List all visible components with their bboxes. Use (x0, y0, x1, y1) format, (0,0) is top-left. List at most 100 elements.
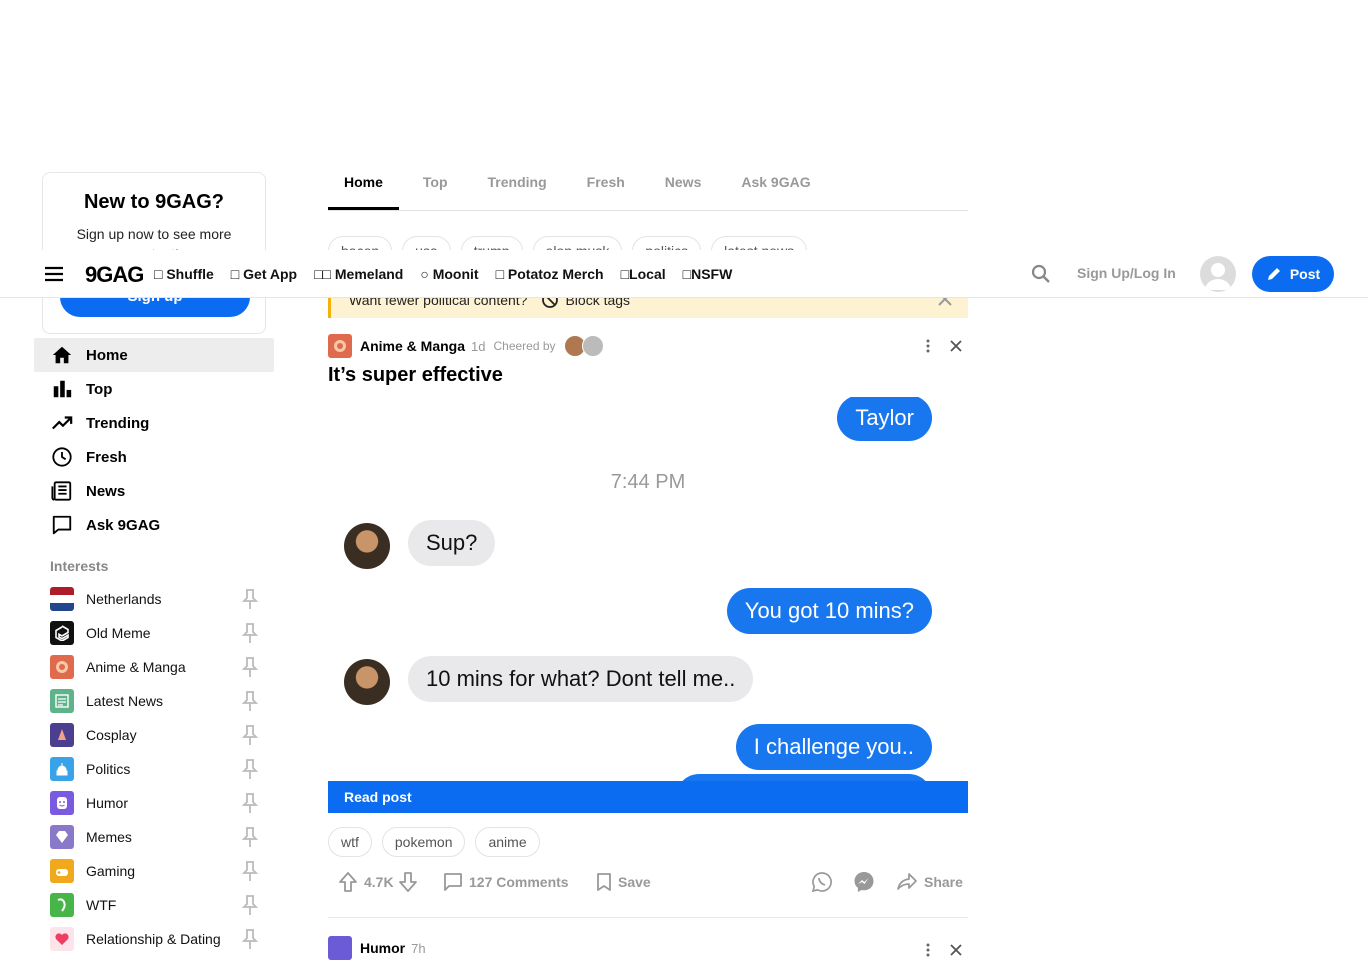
interest-old-meme[interactable]: Old Meme (50, 616, 260, 650)
interest-gaming[interactable]: Gaming (50, 854, 260, 888)
sidebar-item-label: Ask 9GAG (86, 516, 161, 534)
comments-button[interactable]: 127 Comments (443, 866, 569, 898)
whatsapp-share-button[interactable] (811, 866, 833, 898)
avatar (344, 523, 390, 569)
avatar (581, 335, 604, 357)
home-icon (50, 343, 74, 367)
sidebar-item-fresh[interactable]: Fresh (34, 440, 274, 474)
interest-humor[interactable]: Humor (50, 786, 260, 820)
tab-trending[interactable]: Trending (472, 158, 563, 208)
heart-icon (50, 927, 74, 951)
downvote-button[interactable] (398, 866, 418, 898)
interest-label: Cosplay (86, 727, 137, 743)
sidebar-item-news[interactable]: News (34, 474, 274, 508)
pin-icon[interactable] (240, 588, 260, 610)
sidebar-item-home[interactable]: Home (34, 338, 274, 372)
cheer-avatars[interactable] (560, 335, 604, 357)
interest-netherlands[interactable]: Netherlands (50, 582, 260, 616)
nav-potatoz-merch[interactable]: □ Potatoz Merch (496, 266, 604, 282)
user-icon (1205, 263, 1231, 290)
close-icon[interactable] (946, 336, 966, 356)
nav-get-app[interactable]: □ Get App (231, 266, 297, 282)
sidebar-item-top[interactable]: Top (34, 372, 274, 406)
save-button[interactable]: Save (596, 866, 651, 898)
wtf-icon (50, 893, 74, 917)
interest-wtf[interactable]: WTF (50, 888, 260, 922)
pin-icon[interactable] (240, 724, 260, 746)
feed-tabs: Home Top Trending Fresh News Ask 9GAG (328, 158, 968, 211)
share-label: Share (924, 874, 963, 890)
sidebar-item-label: Home (86, 346, 128, 364)
interests-list: Netherlands Old Meme Anime & Manga Lates… (50, 582, 260, 956)
next-post-header: Humor 7h (328, 936, 968, 960)
post-section-link[interactable]: Anime & Manga (360, 338, 465, 354)
more-options-icon[interactable] (918, 336, 938, 356)
pin-icon[interactable] (240, 656, 260, 678)
tab-top[interactable]: Top (407, 158, 464, 208)
interest-label: Humor (86, 795, 129, 811)
post-button[interactable]: Post (1252, 256, 1334, 292)
pin-icon[interactable] (240, 792, 260, 814)
share-button[interactable]: Share (896, 866, 963, 898)
interest-relationship-dating[interactable]: Relationship & Dating (50, 922, 260, 956)
post-tags: wtf pokemon anime (328, 827, 540, 857)
pin-icon[interactable] (240, 894, 260, 916)
tag-chip[interactable]: pokemon (381, 827, 466, 857)
chat-bubble-taylor: Taylor (837, 397, 932, 441)
messenger-share-button[interactable] (853, 866, 875, 898)
pin-icon[interactable] (240, 622, 260, 644)
tag-chip[interactable]: wtf (328, 827, 372, 857)
post-button-label: Post (1289, 266, 1321, 282)
close-icon[interactable] (946, 940, 966, 960)
nav-moonit[interactable]: ○ Moonit (420, 266, 478, 282)
interest-politics[interactable]: Politics (50, 752, 260, 786)
pin-icon[interactable] (240, 758, 260, 780)
interest-label: Relationship & Dating (86, 931, 221, 947)
tab-fresh[interactable]: Fresh (571, 158, 641, 208)
signup-login-link[interactable]: Sign Up/Log In (1077, 265, 1176, 281)
post-image[interactable]: Taylor 7:44 PM Sup? You got 10 mins? 10 … (328, 397, 968, 781)
interest-label: Netherlands (86, 591, 162, 607)
chat-bubble-incoming: Sup? (408, 520, 496, 566)
read-post-button[interactable]: Read post (328, 781, 968, 813)
chat-bubble-outgoing: I challenge you.. (735, 724, 932, 770)
post-title[interactable]: It’s super effective (328, 364, 503, 387)
signup-title: New to 9GAG? (83, 191, 224, 213)
top-nav: □ Shuffle □ Get App □□ Memeland ○ Moonit… (154, 250, 749, 298)
nav-memeland[interactable]: □□ Memeland (314, 266, 403, 282)
pin-icon[interactable] (240, 928, 260, 950)
sidebar-item-ask-9gag[interactable]: Ask 9GAG (34, 508, 274, 542)
9gag-logo[interactable]: 9GAG (85, 262, 144, 288)
comment-icon (444, 873, 462, 891)
humor-icon (50, 791, 74, 815)
interest-latest-news[interactable]: Latest News (50, 684, 260, 718)
latest-news-icon (50, 689, 74, 713)
pin-icon[interactable] (240, 860, 260, 882)
interest-label: Memes (86, 829, 132, 845)
upvote-button[interactable]: 4.7K (338, 866, 394, 898)
sidebar-item-trending[interactable]: Trending (34, 406, 274, 440)
tab-ask-9gag[interactable]: Ask 9GAG (725, 158, 826, 208)
menu-icon[interactable] (42, 262, 66, 286)
tab-news[interactable]: News (649, 158, 718, 208)
nav-nsfw[interactable]: □NSFW (683, 266, 733, 282)
upvote-icon (339, 872, 357, 892)
nav-shuffle[interactable]: □ Shuffle (154, 266, 214, 282)
post-header: Anime & Manga 1d Cheered by (328, 334, 968, 358)
sidebar-item-label: News (86, 482, 126, 500)
search-icon[interactable] (1030, 263, 1052, 285)
post-age: 1d (471, 338, 486, 354)
interest-anime-manga[interactable]: Anime & Manga (50, 650, 260, 684)
tab-home[interactable]: Home (328, 158, 399, 210)
pin-icon[interactable] (240, 826, 260, 848)
more-options-icon[interactable] (918, 940, 938, 960)
interest-memes[interactable]: Memes (50, 820, 260, 854)
sidebar-item-label: Top (86, 380, 113, 398)
tag-chip[interactable]: anime (475, 827, 540, 857)
chat-icon (50, 513, 74, 537)
interest-cosplay[interactable]: Cosplay (50, 718, 260, 752)
nav-local[interactable]: □Local (621, 266, 666, 282)
pin-icon[interactable] (240, 690, 260, 712)
avatar[interactable] (1200, 256, 1236, 292)
post-section-link[interactable]: Humor (360, 940, 405, 956)
